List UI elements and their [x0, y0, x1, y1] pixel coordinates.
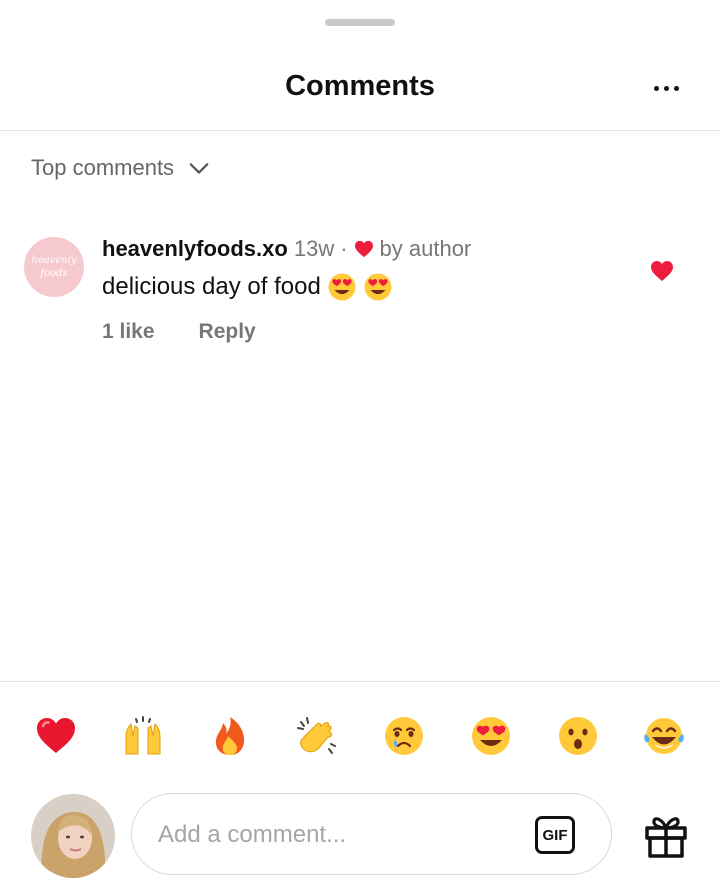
page-title: Comments: [285, 70, 435, 102]
heart-eyes-emoji-icon: [364, 273, 392, 301]
like-heart-icon[interactable]: [650, 260, 674, 282]
more-dot-icon: [663, 85, 669, 91]
gif-label: GIF: [542, 826, 568, 844]
emoji-clapping-hands-button[interactable]: [289, 706, 345, 766]
emoji-fire-button[interactable]: [202, 706, 258, 766]
commenter-avatar[interactable]: heavenly foods: [24, 237, 84, 297]
more-dot-icon: [673, 85, 679, 91]
comment-input-box[interactable]: GIF: [131, 793, 612, 875]
tears-of-joy-icon: [644, 718, 684, 754]
raising-hands-icon: [125, 716, 161, 755]
comment-input[interactable]: [156, 812, 520, 858]
author-heart-icon: [354, 240, 373, 258]
surprised-face-icon: [559, 717, 597, 755]
emoji-surprised-face-button[interactable]: [550, 706, 606, 766]
avatar-logo-text: heavenly foods: [31, 255, 77, 279]
comment-item: heavenly foods heavenlyfoods.xo 13w · by…: [24, 232, 696, 352]
chevron-down-icon: [189, 163, 209, 174]
comment-username[interactable]: heavenlyfoods.xo: [102, 236, 288, 262]
composer-divider: [0, 681, 720, 682]
meta-separator: ·: [340, 236, 348, 261]
emoji-red-heart-button[interactable]: [28, 706, 84, 766]
sort-label: Top comments: [31, 155, 175, 180]
more-options-button[interactable]: [648, 74, 684, 102]
comment-text: delicious day of food: [102, 272, 393, 302]
comment-time: 13w: [293, 236, 335, 261]
author-badge-text: by author: [379, 236, 472, 261]
emoji-tears-of-joy-button[interactable]: [636, 706, 692, 766]
gif-button[interactable]: GIF: [535, 816, 575, 854]
comments-sheet: Comments Top comments heavenly foods hea…: [0, 0, 720, 892]
header-divider: [0, 130, 720, 131]
crying-face-icon: [385, 717, 423, 755]
sort-dropdown[interactable]: Top comments: [31, 155, 210, 181]
drag-handle[interactable]: [325, 19, 395, 26]
clapping-hands-icon: [297, 717, 336, 754]
user-photo-icon: [31, 794, 115, 878]
more-dot-icon: [653, 85, 659, 91]
fire-icon: [215, 717, 245, 755]
comment-body: delicious day of food: [102, 273, 321, 300]
comment-meta: heavenlyfoods.xo 13w · by author: [102, 236, 471, 262]
emoji-raising-hands-button[interactable]: [115, 706, 171, 766]
likes-count[interactable]: 1 like: [102, 320, 155, 344]
gift-icon[interactable]: [641, 810, 691, 860]
red-heart-icon: [37, 718, 75, 753]
heart-eyes-icon: [472, 717, 510, 755]
comment-actions: 1 like Reply: [102, 320, 256, 344]
current-user-avatar[interactable]: [31, 794, 115, 878]
emoji-crying-face-button[interactable]: [376, 706, 432, 766]
quick-emoji-bar: [0, 706, 720, 766]
reply-button[interactable]: Reply: [199, 320, 256, 344]
heart-eyes-emoji-icon: [328, 273, 356, 301]
emoji-heart-eyes-button[interactable]: [463, 706, 519, 766]
